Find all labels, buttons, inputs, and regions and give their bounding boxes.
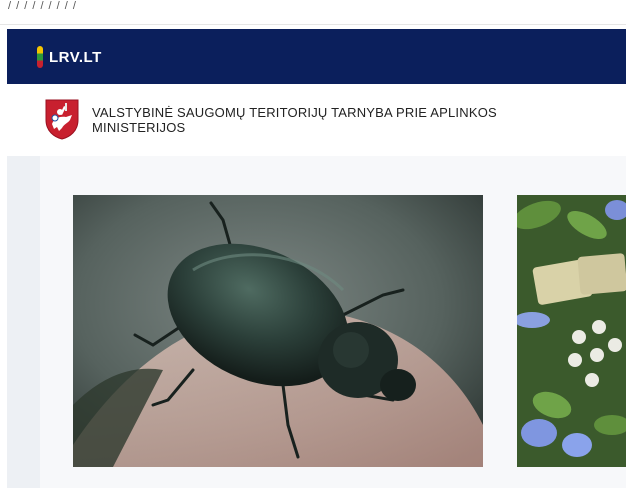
lrv-logo-link[interactable]: LRV.LT <box>37 46 102 68</box>
top-navbar: LRV.LT <box>7 29 626 84</box>
beetle-photo <box>73 195 483 467</box>
left-gutter <box>7 156 40 488</box>
organization-name-line2: MINISTERIJOS <box>92 120 186 135</box>
lithuanian-flag-icon <box>37 46 43 68</box>
organization-name-line1: VALSTYBINĖ SAUGOMŲ TERITORIJŲ TARNYBA PR… <box>92 105 497 120</box>
organization-name[interactable]: VALSTYBINĖ SAUGOMŲ TERITORIJŲ TARNYBA PR… <box>92 105 592 135</box>
url-fragment: / / / / / / / / / <box>8 0 77 12</box>
gallery-card-plants[interactable] <box>517 195 626 467</box>
lrv-logo-text: LRV.LT <box>49 48 102 66</box>
main-content <box>7 156 626 488</box>
plants-photo <box>517 195 626 467</box>
coat-of-arms-icon[interactable] <box>44 98 80 140</box>
gallery-card-beetle[interactable] <box>73 195 483 467</box>
organization-header: VALSTYBINĖ SAUGOMŲ TERITORIJŲ TARNYBA PR… <box>7 84 626 154</box>
browser-address-strip: / / / / / / / / / <box>0 0 626 25</box>
